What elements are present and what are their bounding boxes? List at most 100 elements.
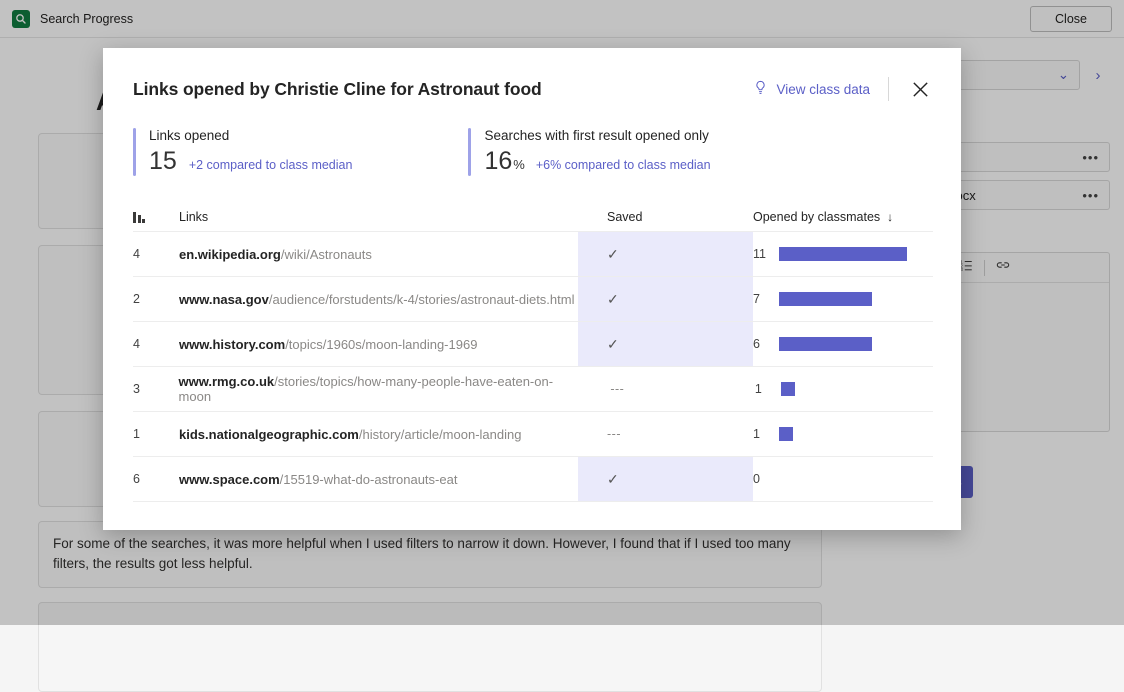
cell-saved: --- (578, 412, 753, 456)
cell-link[interactable]: www.rmg.co.uk/stories/topics/how-many-pe… (179, 374, 582, 404)
cell-link[interactable]: kids.nationalgeographic.com/history/arti… (179, 427, 578, 442)
background-card-4 (38, 602, 822, 692)
lightbulb-icon (753, 80, 768, 99)
cell-rank: 3 (133, 382, 179, 396)
cell-saved: ✓ (578, 277, 753, 321)
opened-bar (779, 247, 907, 261)
column-header-saved[interactable]: Saved (578, 202, 753, 231)
close-button[interactable]: Close (1030, 6, 1112, 32)
opened-count: 0 (753, 472, 779, 486)
cell-rank: 1 (133, 427, 179, 441)
opened-count: 7 (753, 292, 779, 306)
cell-saved: --- (581, 367, 755, 411)
link-icon[interactable] (995, 258, 1011, 277)
stat-value: 16 (484, 147, 512, 176)
stat-unit: % (513, 157, 525, 172)
link-domain: www.nasa.gov (179, 292, 269, 307)
link-path: /wiki/Astronauts (281, 247, 372, 262)
stat-value: 15 (149, 147, 177, 176)
stat-card-first-result-only: Searches with first result opened only 1… (468, 128, 710, 176)
cell-opened-by-classmates: 7 (753, 292, 933, 306)
table-header-row: Links Saved Opened by classmates ↓ (133, 202, 933, 232)
cell-saved: ✓ (578, 232, 753, 276)
cell-link[interactable]: www.nasa.gov/audience/forstudents/k-4/st… (179, 292, 578, 307)
link-domain: www.history.com (179, 337, 285, 352)
bar-chart-icon (133, 211, 179, 223)
column-header-opened-label: Opened by classmates (753, 210, 880, 224)
cell-saved: ✓ (578, 322, 753, 366)
no-value-dash: --- (607, 427, 621, 441)
opened-count: 11 (753, 247, 779, 261)
opened-bar (779, 427, 793, 441)
link-domain: www.space.com (179, 472, 280, 487)
links-table: Links Saved Opened by classmates ↓ 4en.w… (133, 202, 933, 502)
checkmark-icon: ✓ (607, 472, 619, 486)
links-opened-dialog: Links opened by Christie Cline for Astro… (103, 48, 961, 530)
opened-count: 6 (753, 337, 779, 351)
table-row[interactable]: 2www.nasa.gov/audience/forstudents/k-4/s… (133, 277, 933, 322)
cell-link[interactable]: www.space.com/15519-what-do-astronauts-e… (179, 472, 578, 487)
link-path: /15519-what-do-astronauts-eat (280, 472, 458, 487)
overflow-menu-icon[interactable]: ••• (1082, 188, 1099, 203)
cell-rank: 2 (133, 292, 179, 306)
view-class-data-label: View class data (776, 82, 870, 97)
chevron-down-icon: ⌄ (1058, 67, 1069, 83)
opened-count: 1 (755, 382, 781, 396)
view-class-data-button[interactable]: View class data (753, 80, 870, 99)
stat-label: Searches with first result opened only (484, 128, 710, 143)
opened-bar (781, 382, 795, 396)
table-row[interactable]: 3www.rmg.co.uk/stories/topics/how-many-p… (133, 367, 933, 412)
table-row[interactable]: 1kids.nationalgeographic.com/history/art… (133, 412, 933, 457)
stat-accent-rule (133, 128, 136, 176)
table-row[interactable]: 4en.wikipedia.org/wiki/Astronauts✓11 (133, 232, 933, 277)
link-domain: www.rmg.co.uk (179, 374, 275, 389)
header-divider (888, 77, 889, 101)
table-row[interactable]: 4www.history.com/topics/1960s/moon-landi… (133, 322, 933, 367)
cell-rank: 4 (133, 247, 179, 261)
table-row[interactable]: 6www.space.com/15519-what-do-astronauts-… (133, 457, 933, 502)
cell-opened-by-classmates: 1 (753, 427, 933, 441)
table-body: 4en.wikipedia.org/wiki/Astronauts✓112www… (133, 232, 933, 502)
dialog-title: Links opened by Christie Cline for Astro… (133, 79, 542, 100)
checkmark-icon: ✓ (607, 337, 619, 351)
cell-link[interactable]: www.history.com/topics/1960s/moon-landin… (179, 337, 578, 352)
search-icon (12, 10, 30, 28)
overflow-menu-icon[interactable]: ••• (1082, 150, 1099, 165)
stat-accent-rule (468, 128, 471, 176)
cell-rank: 4 (133, 337, 179, 351)
opened-count: 1 (753, 427, 779, 441)
column-header-opened[interactable]: Opened by classmates ↓ (753, 210, 933, 224)
numbered-list-icon[interactable]: 123 (959, 258, 974, 277)
toolbar-divider (984, 260, 985, 276)
opened-bar (779, 337, 872, 351)
no-value-dash: --- (610, 382, 624, 396)
dialog-header-actions: View class data (753, 76, 933, 102)
link-path: /topics/1960s/moon-landing-1969 (285, 337, 477, 352)
stat-card-links-opened: Links opened 15 +2 compared to class med… (133, 128, 352, 176)
stat-delta: +2 compared to class median (189, 158, 353, 172)
stat-label: Links opened (149, 128, 352, 143)
close-icon[interactable] (907, 76, 933, 102)
cell-opened-by-classmates: 11 (753, 247, 933, 261)
answer-text: For some of the searches, it was more he… (38, 521, 822, 588)
cell-saved: ✓ (578, 457, 753, 501)
opened-bar (779, 292, 872, 306)
sort-descending-icon: ↓ (887, 210, 893, 224)
cell-opened-by-classmates: 1 (755, 382, 933, 396)
cell-link[interactable]: en.wikipedia.org/wiki/Astronauts (179, 247, 578, 262)
answer-block: For some of the searches, it was more he… (38, 521, 822, 588)
dialog-header: Links opened by Christie Cline for Astro… (103, 48, 961, 102)
cell-rank: 6 (133, 472, 179, 486)
next-student-arrow-icon[interactable]: › (1086, 61, 1110, 89)
link-path: /history/article/moon-landing (359, 427, 522, 442)
top-bar: Search Progress Close (0, 0, 1124, 38)
app-title: Search Progress (40, 12, 133, 26)
cell-opened-by-classmates: 0 (753, 472, 933, 486)
cell-opened-by-classmates: 6 (753, 337, 933, 351)
link-domain: en.wikipedia.org (179, 247, 281, 262)
column-header-links[interactable]: Links (179, 210, 578, 224)
summary-stats: Links opened 15 +2 compared to class med… (103, 102, 961, 176)
checkmark-icon: ✓ (607, 292, 619, 306)
stat-delta: +6% compared to class median (536, 158, 711, 172)
link-path: /audience/forstudents/k-4/stories/astron… (269, 292, 575, 307)
